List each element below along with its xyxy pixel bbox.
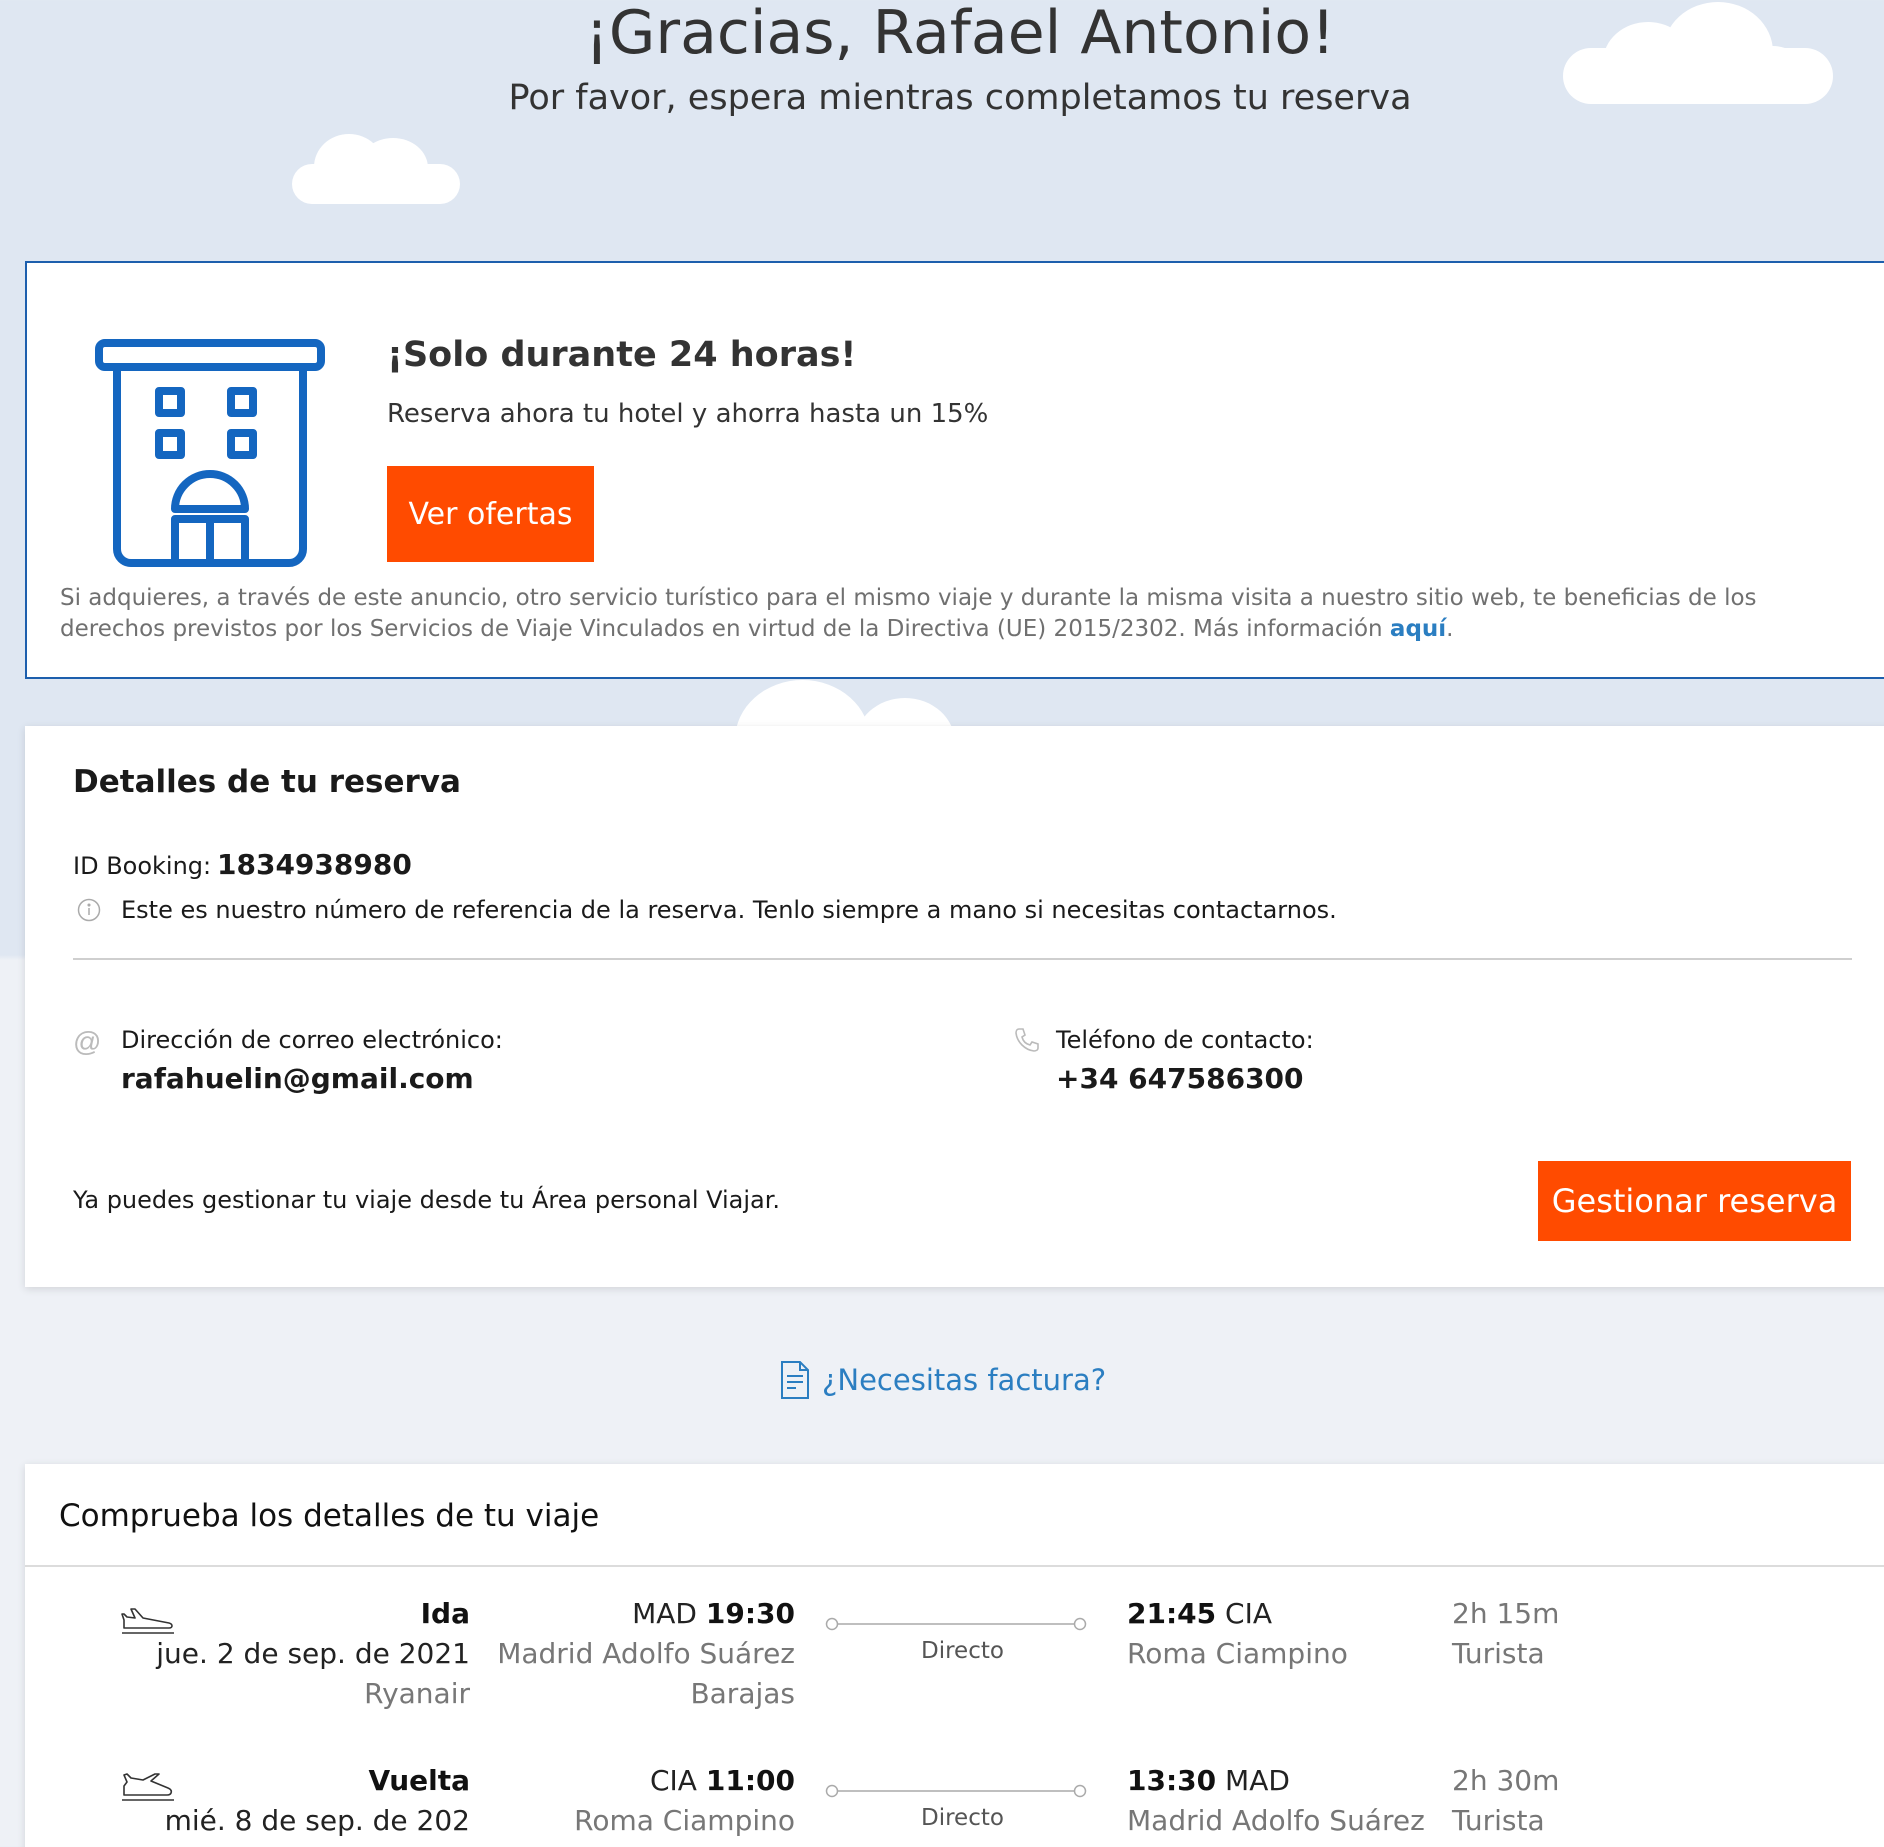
arrival-time: 21:45 [1127, 1597, 1217, 1630]
departure-code: CIA [649, 1764, 697, 1797]
phone-value: +34 647586300 [1056, 1062, 1304, 1095]
route-line [825, 1617, 1087, 1631]
departure-airport: Barajas [690, 1677, 795, 1710]
leg-date: jue. 2 de sep. de 2021 [156, 1637, 470, 1670]
flight-leg-return: Vuelta mié. 8 de sep. de 202 CIA 11:00 R… [25, 1761, 1884, 1847]
departure-info: CIA 11:00 Roma Ciampino [495, 1761, 795, 1841]
leg-summary: Ida jue. 2 de sep. de 2021 Ryanair [156, 1594, 470, 1714]
booking-id-label: ID Booking: [73, 852, 212, 880]
booking-id-value: 1834938980 [217, 848, 412, 881]
divider [25, 1565, 1884, 1567]
arrival-airport: Roma Ciampino [1127, 1637, 1348, 1670]
invoice-icon [781, 1361, 809, 1399]
flight-leg-outbound: Ida jue. 2 de sep. de 2021 Ryanair MAD 1… [25, 1594, 1884, 1734]
trip-details-card: Comprueba los detalles de tu viaje Ida j… [25, 1464, 1884, 1847]
hotel-icon [95, 339, 325, 567]
page-subtitle: Por favor, espera mientras completamos t… [508, 78, 1412, 118]
promo-title: ¡Solo durante 24 horas! [387, 335, 857, 375]
departure-info: MAD 19:30 Madrid Adolfo Suárez Barajas [495, 1594, 795, 1714]
leg-meta: 2h 15m Turista [1452, 1594, 1559, 1674]
leg-cabin: Turista [1452, 1804, 1545, 1837]
departure-airport: Madrid Adolfo Suárez [497, 1637, 795, 1670]
stops-label: Directo [921, 1638, 1004, 1664]
invoice-link-label: ¿Necesitas factura? [822, 1363, 1107, 1397]
legal-notice: Si adquieres, a través de este anuncio, … [60, 585, 1757, 642]
email-value: rafahuelin@gmail.com [121, 1062, 474, 1095]
stops-label: Directo [921, 1805, 1004, 1831]
departure-time: 11:00 [705, 1764, 795, 1797]
arrival-code: MAD [1225, 1764, 1290, 1797]
divider [73, 958, 1852, 960]
leg-cabin: Turista [1452, 1637, 1545, 1670]
info-icon [77, 898, 101, 922]
leg-type: Vuelta [368, 1764, 470, 1797]
leg-meta: 2h 30m Turista [1452, 1761, 1559, 1841]
more-info-link[interactable]: aquí [1390, 616, 1446, 642]
leg-duration: 2h 15m [1452, 1597, 1560, 1630]
booking-details-card: Detalles de tu reserva ID Booking: 18349… [25, 726, 1884, 1287]
arrival-time: 13:30 [1127, 1764, 1217, 1797]
manage-trip-text: Ya puedes gestionar tu viaje desde tu Ár… [73, 1186, 781, 1214]
arrival-code: CIA [1225, 1597, 1273, 1630]
at-icon: @ [73, 1026, 102, 1057]
booking-id-info: Este es nuestro número de referencia de … [121, 896, 1337, 924]
leg-airline: Ryanair [364, 1677, 470, 1710]
phone-icon [1015, 1028, 1039, 1052]
arrival-info: 13:30 MAD Madrid Adolfo Suárez [1127, 1761, 1425, 1841]
hotel-promo-banner: ¡Solo durante 24 horas! Reserva ahora tu… [25, 261, 1884, 679]
manage-booking-button[interactable]: Gestionar reserva [1538, 1161, 1851, 1241]
phone-label: Teléfono de contacto: [1056, 1026, 1314, 1054]
cloud-decoration [292, 124, 460, 204]
departure-code: MAD [632, 1597, 697, 1630]
departure-airport: Roma Ciampino [574, 1804, 795, 1837]
invoice-link[interactable]: ¿Necesitas factura? [780, 1360, 1106, 1400]
leg-date: mié. 8 de sep. de 202 [164, 1804, 470, 1837]
leg-type: Ida [420, 1597, 470, 1630]
cloud-decoration [735, 680, 975, 800]
email-label: Dirección de correo electrónico: [121, 1026, 503, 1054]
page-title: ¡Gracias, Rafael Antonio! [584, 0, 1336, 68]
view-offers-button[interactable]: Ver ofertas [387, 466, 594, 562]
departure-time: 19:30 [705, 1597, 795, 1630]
leg-summary: Vuelta mié. 8 de sep. de 202 [165, 1761, 470, 1841]
leg-duration: 2h 30m [1452, 1764, 1560, 1797]
arrival-info: 21:45 CIA Roma Ciampino [1127, 1594, 1348, 1674]
trip-details-title: Comprueba los detalles de tu viaje [59, 1498, 600, 1534]
arrival-airport: Madrid Adolfo Suárez [1127, 1804, 1425, 1837]
route-line [825, 1784, 1087, 1798]
promo-text: Reserva ahora tu hotel y ahorra hasta un… [387, 399, 989, 429]
booking-details-title: Detalles de tu reserva [73, 764, 461, 800]
